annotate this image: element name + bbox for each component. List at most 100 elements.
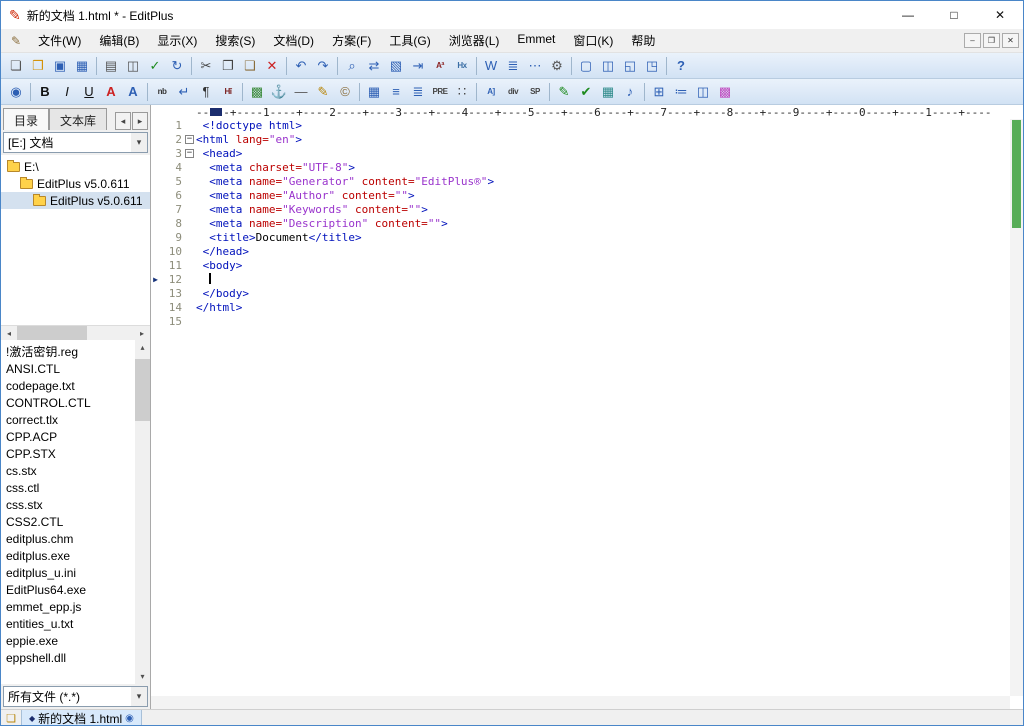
special-character-button[interactable]: © (334, 81, 356, 102)
chevron-down-icon[interactable]: ▾ (131, 133, 147, 152)
sidebar-tab-cliptext[interactable]: 文本库 (49, 108, 107, 130)
fold-collapse-icon[interactable]: − (185, 135, 194, 144)
mdi-close-button[interactable]: ✕ (1002, 33, 1019, 48)
split-window-button[interactable]: ◫ (597, 55, 619, 76)
file-item[interactable]: entities_u.txt (1, 615, 135, 632)
sidebar-tab-directory[interactable]: 目录 (3, 108, 49, 130)
save-all-button[interactable]: ▦ (71, 55, 93, 76)
context-help-button[interactable]: ? (670, 55, 692, 76)
menu-item[interactable]: 方案(F) (323, 29, 380, 52)
new-browser-window-button[interactable]: ◳ (641, 55, 663, 76)
file-item[interactable]: editplus.exe (1, 547, 135, 564)
paragraph-button[interactable]: ¶ (195, 81, 217, 102)
file-item[interactable]: css.stx (1, 496, 135, 513)
file-item[interactable]: eppshell.dll (1, 649, 135, 666)
tree-hscroll-thumb[interactable] (17, 326, 87, 340)
mdi-minimize-button[interactable]: – (964, 33, 981, 48)
filter-combo[interactable]: 所有文件 (*.*) ▾ (3, 686, 148, 707)
filelist-scroll-track[interactable] (135, 355, 150, 669)
list-button[interactable]: ∷ (451, 81, 473, 102)
panel-toggle-button[interactable]: ◫ (692, 81, 714, 102)
file-item[interactable]: ANSI.CTL (1, 360, 135, 377)
menu-item[interactable]: 工具(G) (380, 29, 439, 52)
preformatted-button[interactable]: PRE (429, 81, 451, 102)
undo-button[interactable]: ↶ (290, 55, 312, 76)
menu-item[interactable]: 显示(X) (148, 29, 206, 52)
browser-view-button[interactable]: ◱ (619, 55, 641, 76)
validate-button[interactable]: ✔ (575, 81, 597, 102)
open-folder-button[interactable]: ❒ (27, 55, 49, 76)
file-item[interactable]: !激活密钥.reg (1, 343, 135, 360)
print-preview-button[interactable]: ◫ (122, 55, 144, 76)
spell-check-button[interactable]: ✓ (144, 55, 166, 76)
tab-scroll-left-icon[interactable]: ◂ (115, 112, 131, 130)
find-button[interactable]: ⌕ (341, 55, 363, 76)
tree-hscroll-track[interactable] (17, 326, 134, 340)
file-item[interactable]: css.ctl (1, 479, 135, 496)
file-item[interactable]: correct.tlx (1, 411, 135, 428)
new-document-button[interactable]: ❏ (5, 55, 27, 76)
multimedia-button[interactable]: ♪ (619, 81, 641, 102)
reload-button[interactable]: ↻ (166, 55, 188, 76)
drive-combo[interactable]: [E:] 文档 ▾ (3, 132, 148, 153)
heading-button[interactable]: Hī (217, 81, 239, 102)
font-color-button[interactable]: A (100, 81, 122, 102)
file-item[interactable]: emmet_epp.js (1, 598, 135, 615)
word-wrap-button[interactable]: W (480, 55, 502, 76)
filelist-scroll-thumb[interactable] (135, 359, 150, 421)
image-button[interactable]: ▩ (246, 81, 268, 102)
preferences-button[interactable]: ⚙ (546, 55, 568, 76)
find-in-files-button[interactable]: ▧ (385, 55, 407, 76)
file-item[interactable]: CSS2.CTL (1, 513, 135, 530)
menu-item[interactable]: 编辑(B) (90, 29, 148, 52)
menu-item[interactable]: 搜索(S) (206, 29, 264, 52)
file-item[interactable]: EditPlus64.exe (1, 581, 135, 598)
base-font-button[interactable]: A (122, 81, 144, 102)
table-button[interactable]: ▦ (363, 81, 385, 102)
anchor-name-button[interactable]: A] (480, 81, 502, 102)
file-item[interactable]: cs.stx (1, 462, 135, 479)
menu-item[interactable]: Emmet (508, 29, 564, 52)
div-tag-button[interactable]: div (502, 81, 524, 102)
file-item[interactable]: eppie.exe (1, 632, 135, 649)
align-center-button[interactable]: ≣ (407, 81, 429, 102)
tree-item[interactable]: EditPlus v5.0.611 (1, 175, 150, 192)
scroll-up-icon[interactable]: ▴ (135, 340, 150, 355)
italic-button[interactable]: I (56, 81, 78, 102)
scroll-right-icon[interactable]: ▸ (134, 326, 150, 340)
color-picker-button[interactable]: ▩ (714, 81, 736, 102)
editor-vscroll-thumb[interactable] (1012, 120, 1021, 228)
anchor-button[interactable]: ⚓ (268, 81, 290, 102)
cut-button[interactable]: ✂ (195, 55, 217, 76)
code-area[interactable]: 1 <!doctype html>2−<html lang="en">3− <h… (151, 119, 1023, 329)
view-in-browser-button[interactable]: ◉ (5, 81, 27, 102)
menu-item[interactable]: 文件(W) (29, 29, 90, 52)
mdi-restore-button[interactable]: ❐ (983, 33, 1000, 48)
file-item[interactable]: editplus.chm (1, 530, 135, 547)
file-item[interactable]: editplus_u.ini (1, 564, 135, 581)
menu-item[interactable]: 浏览器(L) (440, 29, 509, 52)
fullscreen-button[interactable]: ▢ (575, 55, 597, 76)
close-button[interactable]: ✕ (977, 1, 1023, 29)
scroll-down-icon[interactable]: ▾ (135, 669, 150, 684)
hex-view-button[interactable]: Hx (451, 55, 473, 76)
delete-button[interactable]: ✕ (261, 55, 283, 76)
file-item[interactable]: codepage.txt (1, 377, 135, 394)
tree-item[interactable]: E:\ (1, 158, 150, 175)
tree-hscrollbar[interactable]: ◂ ▸ (1, 325, 150, 340)
document-tab[interactable]: ◆ 新的文档 1.html ◉ (21, 710, 142, 726)
tree-item[interactable]: EditPlus v5.0.611 (1, 192, 150, 209)
editor-vscrollbar[interactable] (1010, 119, 1023, 696)
highlight-pen-button[interactable]: ✎ (312, 81, 334, 102)
span-tag-button[interactable]: SP (524, 81, 546, 102)
nonbreaking-space-button[interactable]: nb (151, 81, 173, 102)
paste-button[interactable]: ❑ (239, 55, 261, 76)
font-size-button[interactable]: Aª (429, 55, 451, 76)
replace-button[interactable]: ⇄ (363, 55, 385, 76)
file-item[interactable]: CPP.ACP (1, 428, 135, 445)
underline-button[interactable]: U (78, 81, 100, 102)
table-wizard-button[interactable]: ⊞ (648, 81, 670, 102)
scroll-left-icon[interactable]: ◂ (1, 326, 17, 340)
menu-item[interactable]: 窗口(K) (564, 29, 622, 52)
align-left-button[interactable]: ≡ (385, 81, 407, 102)
